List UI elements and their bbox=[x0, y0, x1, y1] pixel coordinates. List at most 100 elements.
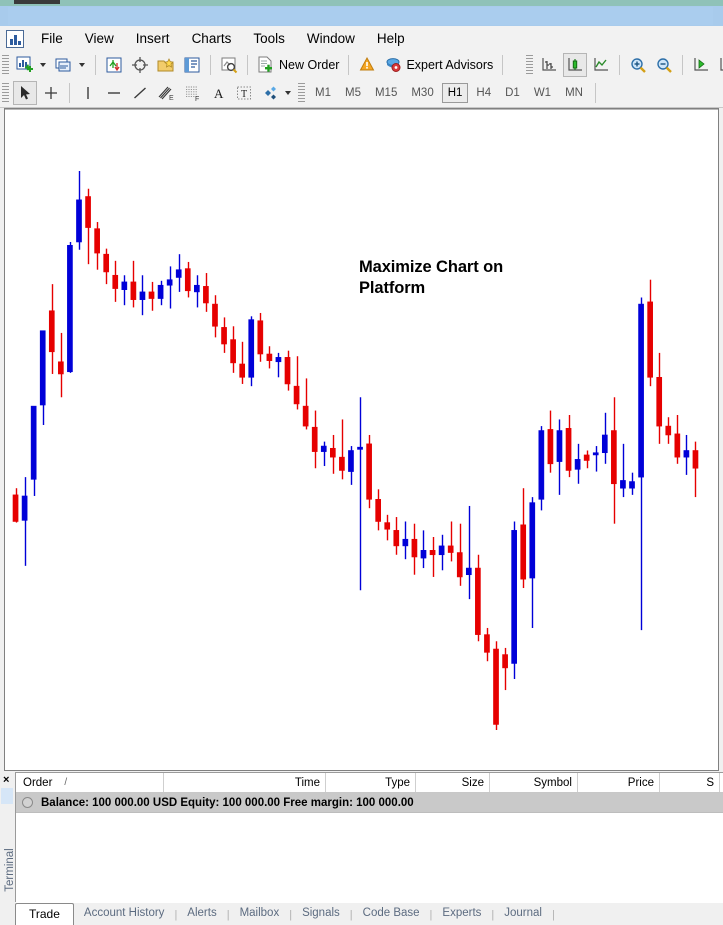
auto-scroll-button[interactable] bbox=[689, 53, 713, 77]
toolbar-separator bbox=[682, 55, 684, 75]
candle bbox=[112, 260, 119, 302]
tab-trade[interactable]: Trade bbox=[15, 902, 74, 925]
timeframe-m15-button[interactable]: M15 bbox=[369, 83, 403, 103]
timeframe-d1-button[interactable]: D1 bbox=[499, 83, 526, 103]
toolbar-grip[interactable] bbox=[2, 83, 9, 103]
tab-journal[interactable]: Journal bbox=[494, 904, 552, 925]
chevron-down-icon[interactable] bbox=[79, 63, 85, 67]
chevron-down-icon[interactable] bbox=[40, 63, 46, 67]
expert-advisors-icon bbox=[384, 56, 402, 74]
bar-chart-button[interactable] bbox=[537, 53, 561, 77]
fibonacci-retracement-tool-button[interactable]: F bbox=[180, 81, 204, 105]
menu-item-charts[interactable]: Charts bbox=[181, 29, 243, 48]
arrows-icon bbox=[261, 84, 279, 102]
menu-item-window[interactable]: Window bbox=[296, 29, 366, 48]
candle bbox=[148, 281, 155, 311]
menu-item-help[interactable]: Help bbox=[366, 29, 416, 48]
toolbar-grip[interactable] bbox=[526, 55, 534, 75]
chevron-down-icon[interactable] bbox=[285, 91, 291, 95]
candlestick-chart-button[interactable] bbox=[563, 53, 588, 77]
candle bbox=[583, 450, 590, 469]
navigator-button[interactable] bbox=[154, 53, 178, 77]
toolbar-separator bbox=[502, 55, 504, 75]
crosshair-window-icon bbox=[131, 56, 149, 74]
open-profile-button[interactable] bbox=[52, 53, 76, 77]
crosshair-tool-button[interactable] bbox=[39, 81, 63, 105]
menu-item-file[interactable]: File bbox=[30, 29, 74, 48]
toolbar-grip[interactable] bbox=[2, 55, 9, 75]
timeframe-h4-button[interactable]: H4 bbox=[470, 83, 497, 103]
column-header-price[interactable]: Price bbox=[578, 773, 660, 792]
candle bbox=[39, 330, 46, 425]
tab-mailbox[interactable]: Mailbox bbox=[230, 904, 290, 925]
data-window-button[interactable] bbox=[128, 53, 152, 77]
toolbar-separator bbox=[95, 55, 96, 75]
vertical-line-tool-button[interactable] bbox=[76, 81, 100, 105]
chart-area[interactable]: Maximize Chart on Platform bbox=[4, 108, 719, 771]
column-header-symbol[interactable]: Symbol bbox=[490, 773, 578, 792]
candle bbox=[248, 316, 255, 387]
timeframe-m1-button[interactable]: M1 bbox=[309, 83, 337, 103]
chart-shift-button[interactable] bbox=[715, 53, 723, 77]
strategy-tester-button[interactable] bbox=[217, 53, 241, 77]
toolbar-grip[interactable] bbox=[298, 83, 305, 103]
terminal-button[interactable] bbox=[180, 53, 204, 77]
line-chart-button[interactable] bbox=[589, 53, 613, 77]
market-watch-button[interactable] bbox=[102, 53, 126, 77]
candle bbox=[58, 332, 64, 398]
candle bbox=[638, 297, 644, 631]
new-order-button[interactable]: New Order bbox=[254, 53, 342, 77]
trendline-tool-button[interactable] bbox=[128, 81, 152, 105]
column-header-type[interactable]: Type bbox=[326, 773, 416, 792]
expert-advisors-button[interactable]: Expert Advisors bbox=[381, 53, 496, 77]
toolbar-separator bbox=[247, 55, 248, 75]
candle bbox=[475, 554, 481, 642]
equidistant-channel-tool-button[interactable]: E bbox=[154, 81, 178, 105]
timeframe-m5-button[interactable]: M5 bbox=[339, 83, 367, 103]
arrows-tool-button[interactable] bbox=[258, 81, 282, 105]
zoom-in-button[interactable] bbox=[626, 53, 650, 77]
profiles-icon bbox=[55, 56, 73, 74]
candle bbox=[194, 275, 200, 308]
candle bbox=[348, 446, 354, 485]
zoom-out-icon bbox=[655, 56, 673, 74]
tab-alerts[interactable]: Alerts bbox=[177, 904, 226, 925]
timeframe-w1-button[interactable]: W1 bbox=[528, 83, 557, 103]
candle bbox=[139, 275, 146, 316]
tab-experts[interactable]: Experts bbox=[432, 904, 491, 925]
candle bbox=[429, 537, 436, 577]
balance-bullet-icon bbox=[22, 797, 33, 808]
candle bbox=[502, 647, 508, 691]
column-header-order[interactable]: Order / bbox=[16, 773, 164, 792]
new-chart-button[interactable] bbox=[13, 53, 37, 77]
menu-bar: File View Insert Charts Tools Window Help bbox=[0, 26, 723, 52]
candle bbox=[420, 530, 427, 569]
candlestick-chart[interactable] bbox=[5, 109, 718, 770]
text-label-tool-button[interactable]: T bbox=[232, 81, 256, 105]
timeframe-h1-button[interactable]: H1 bbox=[441, 83, 469, 103]
menu-item-tools[interactable]: Tools bbox=[242, 29, 296, 48]
svg-text:E: E bbox=[169, 95, 174, 102]
menu-item-view[interactable]: View bbox=[74, 29, 125, 48]
candle bbox=[411, 523, 418, 575]
timeframe-mn-button[interactable]: MN bbox=[559, 83, 589, 103]
cursor-tool-button[interactable] bbox=[13, 81, 37, 105]
column-header-time[interactable]: Time bbox=[164, 773, 326, 792]
text-tool-button[interactable]: A bbox=[206, 81, 230, 105]
zoom-out-button[interactable] bbox=[652, 53, 676, 77]
close-icon[interactable]: × bbox=[3, 775, 9, 786]
candle bbox=[320, 441, 327, 467]
menu-item-insert[interactable]: Insert bbox=[125, 29, 181, 48]
account-balance-row[interactable]: Balance: 100 000.00 USD Equity: 100 000.… bbox=[16, 793, 723, 813]
window-title-bar-inner bbox=[8, 7, 713, 25]
metaeditor-button[interactable] bbox=[355, 53, 379, 77]
tab-signals[interactable]: Signals bbox=[292, 904, 350, 925]
candle bbox=[493, 641, 499, 730]
column-header-label: Size bbox=[461, 776, 484, 789]
column-header-s[interactable]: S bbox=[660, 773, 720, 792]
tab-code-base[interactable]: Code Base bbox=[353, 904, 430, 925]
timeframe-m30-button[interactable]: M30 bbox=[405, 83, 439, 103]
horizontal-line-tool-button[interactable] bbox=[102, 81, 126, 105]
tab-account-history[interactable]: Account History bbox=[74, 904, 175, 925]
column-header-size[interactable]: Size bbox=[416, 773, 490, 792]
